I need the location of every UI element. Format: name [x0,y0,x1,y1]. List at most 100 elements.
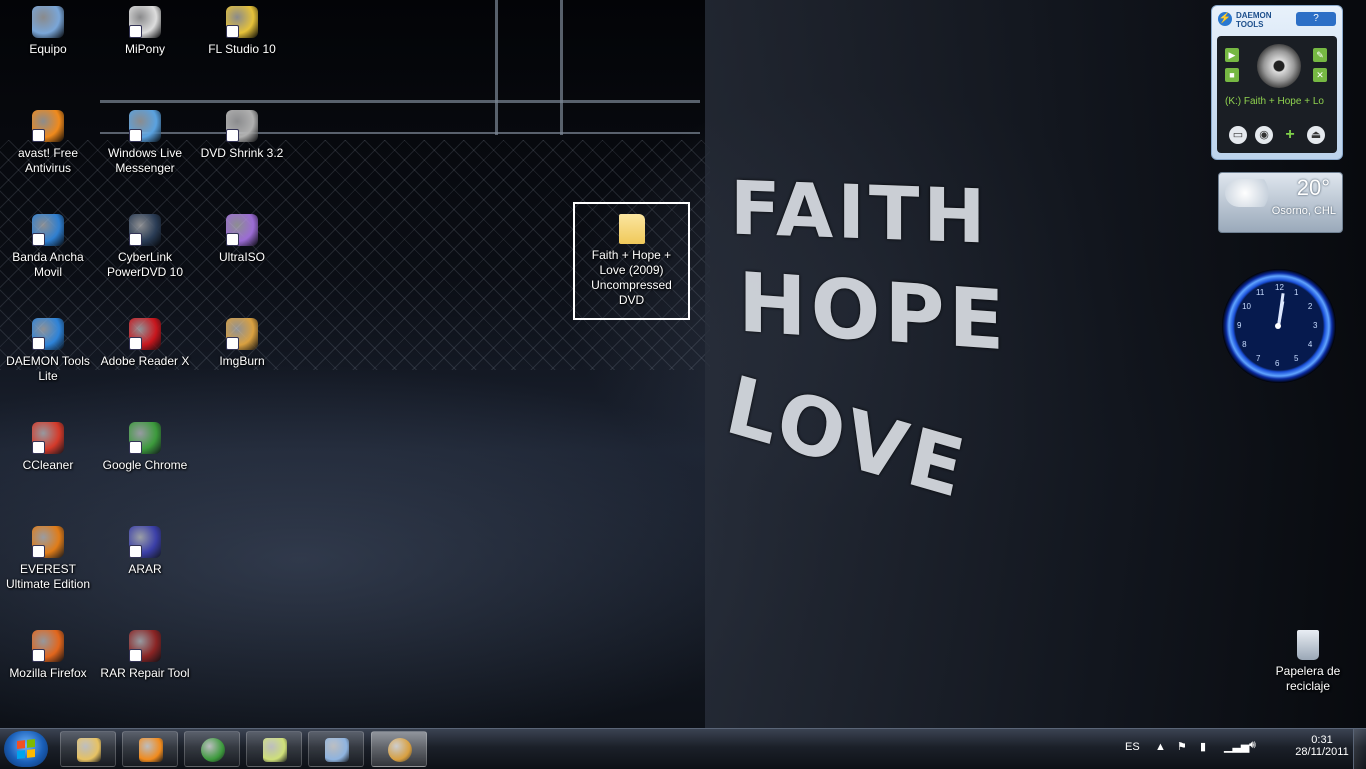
clock-number: 11 [1256,288,1265,298]
clock-number: 8 [1242,340,1247,349]
windows-logo-icon [17,739,35,759]
sticky-notes-icon [263,738,287,762]
start-button[interactable] [4,731,48,767]
clock-number: 1 [1294,288,1299,298]
clock-gadget[interactable]: 12 1 2 3 4 5 6 7 8 9 10 11 [1222,269,1336,383]
recycle-bin-icon [1297,630,1319,660]
desktop-icon-equipo[interactable]: Equipo [0,0,96,57]
rar-repair-icon [129,630,161,662]
desktop-icon-daemon-tools[interactable]: DAEMON Tools Lite [0,312,96,384]
desktop-icon-firefox[interactable]: Mozilla Firefox [0,624,96,681]
disc-icon [1257,44,1301,88]
wallpaper-word-faith: FAITH [730,165,990,261]
add-drive-icon[interactable]: ◉ [1255,126,1273,144]
imgburn-icon [388,738,412,762]
language-indicator[interactable]: ES [1125,741,1140,753]
clock-number: 6 [1275,359,1280,368]
desktop-icon-imgburn[interactable]: ImgBurn [194,312,290,369]
volume-icon[interactable]: 🔊︎ [1249,739,1256,752]
powerdvd-icon [129,214,161,246]
chrome-icon [129,422,161,454]
taskbar-chrome-button[interactable] [184,731,240,767]
mount-play-icon[interactable]: ▶ [1225,48,1239,62]
clock-number: 12 [1275,283,1284,292]
desktop-icon-messenger[interactable]: Windows Live Messenger [97,104,193,176]
taskbar-date: 28/11/2011 [1295,746,1349,758]
taskbar-paint-button[interactable] [308,731,364,767]
add-icon[interactable]: + [1281,126,1299,144]
wallpaper-word-hope: HOPE [738,255,1009,370]
desktop-icon-powerdvd[interactable]: CyberLink PowerDVD 10 [97,208,193,280]
wallpaper-bridge-tower-right [560,0,563,135]
desktop-icon-mipony[interactable]: MiPony [97,0,193,57]
mipony-icon [129,6,161,38]
desktop-icon-google-chrome[interactable]: Google Chrome [97,416,193,473]
ultraiso-icon [226,214,258,246]
safely-remove-icon[interactable]: ▮ [1200,740,1206,753]
clock-number: 2 [1307,302,1313,311]
clock-number: 9 [1237,321,1242,330]
clock-number: 3 [1313,321,1318,330]
firefox-icon [32,630,64,662]
taskbar-imgburn-button[interactable] [371,731,427,767]
everest-icon [32,526,64,558]
desktop-icon-banda-ancha[interactable]: Banda Ancha Movil [0,208,96,280]
desktop-icon-dvd-shrink[interactable]: DVD Shrink 3.2 [194,104,290,161]
daemon-tools-gadget[interactable]: ⚡ DAEMON TOOLS ? ▶ ■ ✎ ✕ (K:) Faith + Ho… [1211,5,1343,160]
weather-location: Osorno, CHL [1271,205,1336,217]
taskbar-sticky-notes-button[interactable] [246,731,302,767]
daemon-tools-icon [32,318,64,350]
daemon-logo-icon: ⚡ [1218,12,1232,26]
ccleaner-icon [32,422,64,454]
desktop-icon-avast[interactable]: avast! Free Antivirus [0,104,96,176]
adobe-reader-icon [129,318,161,350]
desktop-icon-everest[interactable]: EVEREST Ultimate Edition [0,520,96,592]
paint-icon [325,738,349,762]
explorer-icon [77,738,101,762]
wallpaper-bridge-tower-left [495,0,498,135]
open-folder-icon[interactable]: ▭ [1229,126,1247,144]
mounted-drive-label: (K:) Faith + Hope + Lo [1225,96,1324,107]
desktop-icon-adobe-reader[interactable]: Adobe Reader X [97,312,193,369]
chrome-icon [201,738,225,762]
computer-icon [32,6,64,38]
fl-studio-icon [226,6,258,38]
desktop-icon-recycle-bin[interactable]: Papelera de reciclaje [1260,624,1356,694]
unmount-icon[interactable]: ✕ [1313,68,1327,82]
taskbar: ES ▲ ⚑ ▮ ▁▃▅ 🔊︎ 0:31 28/11/2011 [0,728,1366,769]
daemon-help-button[interactable]: ? [1296,12,1336,26]
desktop-folder-faith-hope-love[interactable]: Faith + Hope + Love (2009) Uncompressed … [573,202,690,320]
taskbar-time: 0:31 [1311,734,1333,746]
desktop-icon-ccleaner[interactable]: CCleaner [0,416,96,473]
dvd-shrink-icon [226,110,258,142]
wallpaper-bridge-deck [100,100,700,103]
taskbar-media-player-button[interactable] [122,731,178,767]
show-hidden-icons-icon[interactable]: ▲ [1155,741,1166,753]
network-signal-icon[interactable]: ▁▃▅ [1224,740,1249,753]
taskbar-explorer-button[interactable] [60,731,116,767]
imgburn-icon [226,318,258,350]
avast-icon [32,110,64,142]
action-center-flag-icon[interactable]: ⚑ [1177,740,1187,753]
eject-icon[interactable]: ⏏ [1307,126,1325,144]
clock-center [1275,323,1281,329]
cloud-icon [1225,179,1275,207]
folder-icon [618,214,645,244]
media-player-icon [139,738,163,762]
show-desktop-button[interactable] [1353,729,1366,769]
clock-number: 10 [1242,302,1251,311]
clock-number: 5 [1294,353,1299,363]
arar-icon [129,526,161,558]
edit-icon[interactable]: ✎ [1313,48,1327,62]
desktop-icon-fl-studio[interactable]: FL Studio 10 [194,0,290,57]
messenger-icon [129,110,161,142]
taskbar-clock[interactable]: 0:31 28/11/2011 [1294,734,1350,758]
weather-gadget[interactable]: 20° Osorno, CHL [1218,172,1343,233]
desktop-icon-ultraiso[interactable]: UltraISO [194,208,290,265]
daemon-drive-panel: ▶ ■ ✎ ✕ (K:) Faith + Hope + Lo ▭ ◉ + ⏏ [1217,36,1337,153]
desktop-icon-rar-repair[interactable]: RAR Repair Tool [97,624,193,681]
stop-icon[interactable]: ■ [1225,68,1239,82]
desktop-icon-arar[interactable]: ARAR [97,520,193,577]
clock-number: 7 [1256,353,1261,363]
weather-temperature: 20° [1296,175,1330,200]
